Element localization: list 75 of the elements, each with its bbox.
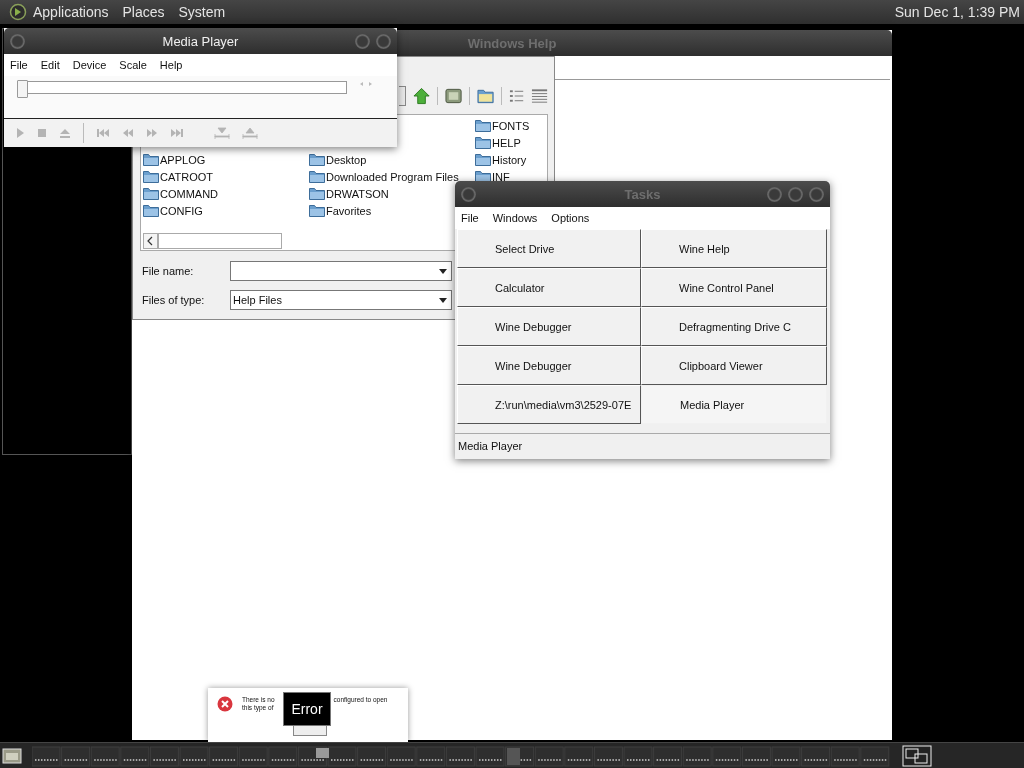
task-button[interactable]: Clipboard Viewer	[641, 346, 827, 385]
file-type-dropdown[interactable]: Help Files	[230, 290, 452, 310]
folder-item[interactable]: Downloaded Program Files	[309, 168, 459, 185]
dropdown-arrow-icon	[439, 268, 447, 274]
menu-item[interactable]: Windows	[492, 212, 538, 224]
task-button[interactable]: Calculator	[457, 268, 641, 307]
task-button[interactable]: Wine Debugger	[457, 346, 641, 385]
menu-item[interactable]: File	[10, 59, 28, 71]
dropdown-arrow-icon	[439, 297, 447, 303]
task-button[interactable]: Defragmenting Drive C	[641, 307, 827, 346]
panel-menu[interactable]: Applications	[33, 4, 109, 20]
workspace-switcher-icon[interactable]	[902, 744, 932, 767]
folder-item[interactable]: DRWATSON	[309, 185, 389, 202]
window-button[interactable]	[10, 33, 25, 49]
folder-item[interactable]: CONFIG	[143, 202, 203, 219]
scroll-left-button[interactable]	[143, 233, 158, 249]
file-name-field[interactable]	[230, 261, 452, 281]
folder-icon	[143, 187, 159, 200]
window-button[interactable]	[461, 186, 476, 202]
folder-icon	[309, 170, 325, 183]
step-arrows-icon[interactable]	[359, 81, 373, 87]
task-button[interactable]: Z:\run\media\vm3\2529-07E	[457, 385, 641, 424]
taskbar-buttons-drawing[interactable]	[32, 744, 892, 767]
folder-icon	[143, 204, 159, 217]
menu-item[interactable]: Device	[72, 59, 107, 71]
folder-item[interactable]: CATROOT	[143, 168, 213, 185]
folder-item[interactable]: Favorites	[309, 202, 372, 219]
folder-item[interactable]: FONTS	[475, 117, 530, 134]
menu-item[interactable]: File	[461, 212, 479, 224]
folder-icon	[143, 170, 159, 183]
window-title: Media Player	[162, 33, 239, 49]
details-view-icon[interactable]	[530, 88, 549, 104]
show-desktop-icon[interactable]	[2, 746, 22, 765]
folder-item[interactable]: Desktop	[309, 151, 367, 168]
status-bar: Media Player	[455, 433, 830, 459]
menu-item[interactable]: Help	[159, 59, 183, 71]
folder-icon	[475, 136, 491, 149]
up-arrow-icon[interactable]	[412, 87, 430, 105]
folder-icon	[309, 204, 325, 217]
folder-icon	[309, 153, 325, 166]
menu-item[interactable]: Scale	[119, 59, 147, 71]
folder-item[interactable]: History	[475, 151, 527, 168]
panel-menu[interactable]: Places	[122, 4, 165, 20]
folder-item[interactable]: APPLOG	[143, 151, 206, 168]
window-button[interactable]	[809, 186, 824, 202]
tooltip: Error	[283, 692, 331, 726]
dialog-button[interactable]	[293, 725, 327, 736]
desktop-icon[interactable]	[444, 88, 462, 104]
folder-item[interactable]: COMMAND	[143, 185, 219, 202]
list-view-icon[interactable]	[508, 88, 524, 104]
error-icon	[217, 696, 233, 712]
window-button[interactable]	[788, 186, 803, 202]
folder-icon	[143, 153, 159, 166]
task-button[interactable]: Wine Control Panel	[641, 268, 827, 307]
scroll-thumb[interactable]	[158, 233, 282, 249]
task-button[interactable]: Wine Debugger	[457, 307, 641, 346]
field-label: File name:	[142, 265, 195, 277]
folder-icon	[475, 119, 491, 132]
window-button[interactable]	[355, 33, 370, 49]
task-button[interactable]: Wine Help	[641, 229, 827, 268]
window-button[interactable]	[767, 186, 782, 202]
panel-menu[interactable]: System	[178, 4, 226, 20]
dropdown-edge[interactable]	[399, 86, 406, 106]
new-folder-icon[interactable]	[476, 88, 494, 104]
window-button[interactable]	[376, 33, 391, 49]
field-label: Files of type:	[142, 294, 206, 306]
folder-item[interactable]: HELP	[475, 134, 521, 151]
folder-icon	[309, 187, 325, 200]
task-button[interactable]: Media Player	[641, 385, 827, 424]
play-logo-icon[interactable]	[9, 3, 27, 21]
menu-item[interactable]: Edit	[40, 59, 60, 71]
clock[interactable]: Sun Dec 1, 1:39 PM	[894, 4, 1020, 20]
task-button[interactable]: Select Drive	[457, 229, 641, 268]
folder-icon	[475, 153, 491, 166]
menu-item[interactable]: Options	[551, 212, 590, 224]
